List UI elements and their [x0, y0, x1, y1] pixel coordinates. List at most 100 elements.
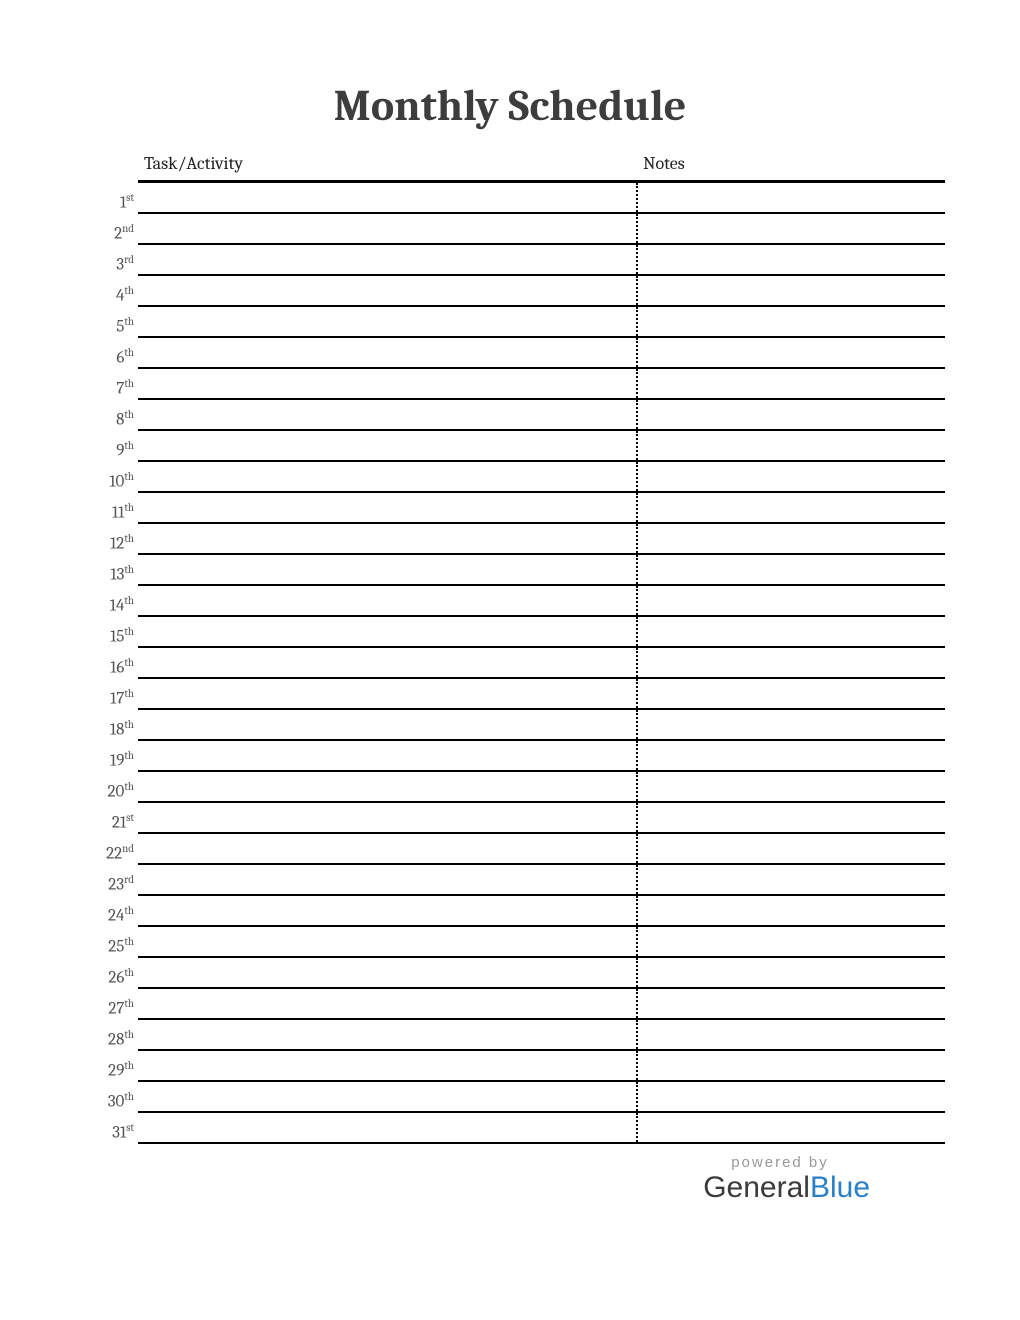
task-cell[interactable]	[138, 926, 637, 957]
day-label: 27th	[75, 988, 138, 1019]
notes-cell[interactable]	[637, 1081, 945, 1112]
notes-cell[interactable]	[637, 523, 945, 554]
notes-cell[interactable]	[637, 213, 945, 244]
task-cell[interactable]	[138, 523, 637, 554]
table-row: 7th	[75, 368, 945, 399]
notes-cell[interactable]	[637, 1112, 945, 1143]
task-cell[interactable]	[138, 957, 637, 988]
notes-cell[interactable]	[637, 244, 945, 275]
day-label: 20th	[75, 771, 138, 802]
task-cell[interactable]	[138, 1050, 637, 1081]
day-label: 17th	[75, 678, 138, 709]
day-number: 2	[114, 225, 122, 244]
notes-cell[interactable]	[637, 492, 945, 523]
task-cell[interactable]	[138, 492, 637, 523]
notes-cell[interactable]	[637, 864, 945, 895]
task-cell[interactable]	[138, 399, 637, 430]
day-suffix: th	[124, 780, 134, 793]
day-suffix: th	[124, 904, 134, 917]
table-row: 17th	[75, 678, 945, 709]
notes-cell[interactable]	[637, 926, 945, 957]
task-cell[interactable]	[138, 616, 637, 647]
day-suffix: th	[124, 935, 134, 948]
task-cell[interactable]	[138, 1019, 637, 1050]
notes-cell[interactable]	[637, 616, 945, 647]
day-number: 14	[110, 597, 125, 616]
page-title: Monthly Schedule	[75, 80, 945, 131]
task-cell[interactable]	[138, 1081, 637, 1112]
table-row: 26th	[75, 957, 945, 988]
notes-cell[interactable]	[637, 306, 945, 337]
day-suffix: th	[124, 315, 134, 328]
day-label: 25th	[75, 926, 138, 957]
task-cell[interactable]	[138, 678, 637, 709]
notes-cell[interactable]	[637, 647, 945, 678]
task-cell[interactable]	[138, 771, 637, 802]
notes-cell[interactable]	[637, 368, 945, 399]
day-suffix: th	[124, 594, 134, 607]
day-suffix: th	[124, 687, 134, 700]
notes-cell[interactable]	[637, 802, 945, 833]
notes-cell[interactable]	[637, 275, 945, 306]
table-row: 2nd	[75, 213, 945, 244]
task-cell[interactable]	[138, 647, 637, 678]
brand-part-2: Blue	[810, 1171, 870, 1204]
task-cell[interactable]	[138, 275, 637, 306]
table-row: 11th	[75, 492, 945, 523]
day-suffix: th	[124, 346, 134, 359]
task-cell[interactable]	[138, 368, 637, 399]
task-cell[interactable]	[138, 213, 637, 244]
task-cell[interactable]	[138, 1112, 637, 1143]
task-cell[interactable]	[138, 554, 637, 585]
day-number: 30	[108, 1093, 125, 1112]
notes-cell[interactable]	[637, 988, 945, 1019]
day-suffix: st	[126, 811, 134, 824]
day-suffix: th	[124, 997, 134, 1010]
notes-cell[interactable]	[637, 399, 945, 430]
task-cell[interactable]	[138, 306, 637, 337]
notes-cell[interactable]	[637, 337, 945, 368]
notes-cell[interactable]	[637, 182, 945, 214]
task-cell[interactable]	[138, 802, 637, 833]
task-cell[interactable]	[138, 244, 637, 275]
day-suffix: nd	[122, 842, 134, 855]
table-row: 3rd	[75, 244, 945, 275]
day-suffix: th	[124, 966, 134, 979]
task-cell[interactable]	[138, 988, 637, 1019]
table-row: 1st	[75, 182, 945, 214]
notes-cell[interactable]	[637, 1019, 945, 1050]
day-label: 24th	[75, 895, 138, 926]
schedule-table: Task/Activity Notes 1st2nd3rd4th5th6th7t…	[75, 149, 945, 1144]
table-row: 27th	[75, 988, 945, 1019]
notes-cell[interactable]	[637, 771, 945, 802]
notes-cell[interactable]	[637, 430, 945, 461]
notes-cell[interactable]	[637, 554, 945, 585]
task-cell[interactable]	[138, 430, 637, 461]
notes-cell[interactable]	[637, 1050, 945, 1081]
notes-cell[interactable]	[637, 709, 945, 740]
notes-cell[interactable]	[637, 833, 945, 864]
table-row: 29th	[75, 1050, 945, 1081]
task-cell[interactable]	[138, 864, 637, 895]
table-row: 22nd	[75, 833, 945, 864]
day-suffix: th	[124, 563, 134, 576]
task-cell[interactable]	[138, 895, 637, 926]
header-task: Task/Activity	[138, 149, 637, 182]
table-row: 9th	[75, 430, 945, 461]
day-number: 29	[108, 1062, 124, 1081]
day-suffix: th	[124, 718, 134, 731]
day-suffix: th	[124, 408, 134, 421]
notes-cell[interactable]	[637, 895, 945, 926]
task-cell[interactable]	[138, 709, 637, 740]
notes-cell[interactable]	[637, 957, 945, 988]
task-cell[interactable]	[138, 833, 637, 864]
notes-cell[interactable]	[637, 461, 945, 492]
task-cell[interactable]	[138, 182, 637, 214]
notes-cell[interactable]	[637, 740, 945, 771]
task-cell[interactable]	[138, 337, 637, 368]
task-cell[interactable]	[138, 461, 637, 492]
notes-cell[interactable]	[637, 678, 945, 709]
task-cell[interactable]	[138, 585, 637, 616]
task-cell[interactable]	[138, 740, 637, 771]
notes-cell[interactable]	[637, 585, 945, 616]
